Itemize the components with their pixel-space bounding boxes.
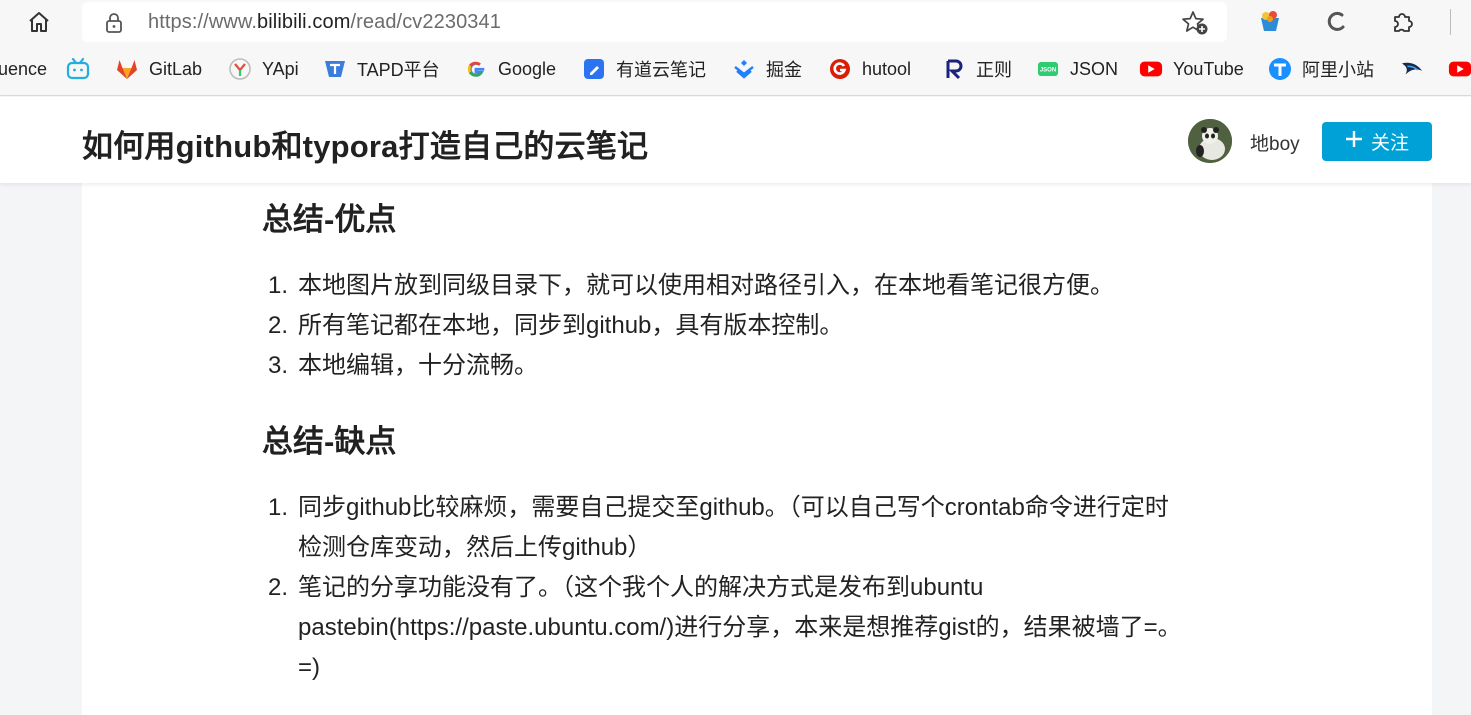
tapd-icon bbox=[323, 57, 347, 81]
bookmark-regex[interactable]: 正则 bbox=[942, 56, 1012, 82]
bookmarks-bar: uence GitLab YApi TAPD平台 Google 有道云笔记 掘金… bbox=[0, 44, 1471, 96]
bookmark-label: 掘金 bbox=[766, 60, 802, 80]
add-favorite-icon[interactable] bbox=[1181, 10, 1209, 41]
home-icon[interactable] bbox=[24, 8, 54, 36]
bookmark-bilibili[interactable] bbox=[66, 56, 90, 82]
list-item: 3. 本地编辑，十分流畅。 bbox=[268, 352, 538, 379]
page-title: 如何用github和typora打造自己的云笔记 bbox=[82, 129, 649, 164]
bookmark-label: YouTube bbox=[1173, 58, 1244, 79]
bookmark-gitlab[interactable]: GitLab bbox=[115, 56, 202, 82]
pros-list: 1. 本地图片放到同级目录下，就可以使用相对路径引入，在本地看笔记很方便。 2.… bbox=[262, 266, 1114, 386]
list-item: 2. 所有笔记都在本地，同步到github，具有版本控制。 bbox=[268, 312, 844, 339]
cons-list: 1. 同步github比较麻烦，需要自己提交至github。（可以自己写个cro… bbox=[262, 488, 1182, 688]
extensions-puzzle-icon[interactable] bbox=[1387, 7, 1417, 37]
author-name[interactable]: 地boy bbox=[1250, 129, 1300, 156]
bookmark-google[interactable]: Google bbox=[464, 56, 556, 82]
section-heading-cons: 总结-缺点 bbox=[262, 424, 397, 459]
json-icon: JSON bbox=[1036, 57, 1060, 81]
bookmark-juejin[interactable]: 掘金 bbox=[732, 56, 802, 82]
aliyun-icon bbox=[1268, 57, 1292, 81]
refresh-extension-icon[interactable] bbox=[1321, 7, 1351, 37]
browser-toolbar: https://www.bilibili.com/read/cv2230341 bbox=[0, 0, 1471, 44]
bookmark-confluence[interactable]: uence bbox=[0, 56, 47, 82]
bookmark-label: 正则 bbox=[976, 60, 1012, 80]
address-bar[interactable]: https://www.bilibili.com/read/cv2230341 bbox=[82, 2, 1227, 42]
divider bbox=[1440, 7, 1460, 37]
youtube-icon bbox=[1139, 57, 1163, 81]
svg-text:JSON: JSON bbox=[1040, 68, 1056, 74]
regex-icon bbox=[942, 57, 966, 81]
plus-icon bbox=[1345, 130, 1363, 154]
extension-badge-icon[interactable] bbox=[1255, 7, 1285, 37]
section-heading-pros: 总结-优点 bbox=[262, 202, 397, 237]
article-body: 总结-优点 1. 本地图片放到同级目录下，就可以使用相对路径引入，在本地看笔记很… bbox=[82, 183, 1432, 715]
bookmark-hutool[interactable]: hutool bbox=[828, 56, 911, 82]
bookmark-label: JSON bbox=[1070, 58, 1119, 79]
bookmark-label: hutool bbox=[862, 58, 912, 79]
bookmark-youtube[interactable]: YouTube bbox=[1139, 56, 1244, 82]
bookmark-yapi[interactable]: YApi bbox=[228, 56, 299, 82]
bookmark-aliyun[interactable]: 阿里小站 bbox=[1268, 56, 1374, 82]
youdao-note-icon bbox=[582, 57, 606, 81]
bookmark-label: GitLab bbox=[149, 58, 203, 79]
list-item: 2. 笔记的分享功能没有了。（这个我个人的解决方式是发布到ubuntu past… bbox=[268, 574, 1182, 681]
bookmark-json[interactable]: JSON JSON bbox=[1036, 56, 1118, 82]
bookmark-youdao[interactable]: 有道云笔记 bbox=[582, 56, 706, 82]
lock-icon[interactable] bbox=[104, 12, 124, 39]
bookmark-label: TAPD平台 bbox=[357, 60, 440, 80]
bookmark-tapd[interactable]: TAPD平台 bbox=[323, 56, 440, 82]
juejin-icon bbox=[732, 57, 756, 81]
bilibili-tv-icon bbox=[66, 57, 90, 81]
google-icon bbox=[464, 57, 488, 81]
gitlab-icon bbox=[115, 57, 139, 81]
bookmark-label: 有道云笔记 bbox=[616, 60, 706, 80]
youtube-icon bbox=[1448, 57, 1471, 81]
bookmark-label: 阿里小站 bbox=[1302, 60, 1374, 80]
bookmark-label: YApi bbox=[262, 58, 299, 79]
follow-button[interactable]: 关注 bbox=[1322, 122, 1432, 161]
bookmark-label: Google bbox=[498, 58, 557, 79]
follow-label: 关注 bbox=[1370, 133, 1409, 154]
article-header: 如何用github和typora打造自己的云笔记 地boy 关注 bbox=[0, 97, 1471, 183]
bookmark-youtube-2[interactable] bbox=[1448, 56, 1471, 82]
yapi-icon bbox=[228, 57, 252, 81]
bookmark-label: uence bbox=[0, 58, 48, 79]
bookmark-bird[interactable] bbox=[1400, 56, 1424, 82]
url-text[interactable]: https://www.bilibili.com/read/cv2230341 bbox=[148, 11, 501, 34]
bird-icon bbox=[1400, 57, 1424, 81]
hutool-icon bbox=[828, 57, 852, 81]
list-item: 1. 同步github比较麻烦，需要自己提交至github。（可以自己写个cro… bbox=[268, 494, 1169, 561]
avatar[interactable] bbox=[1188, 119, 1232, 163]
list-item: 1. 本地图片放到同级目录下，就可以使用相对路径引入，在本地看笔记很方便。 bbox=[268, 272, 1114, 299]
